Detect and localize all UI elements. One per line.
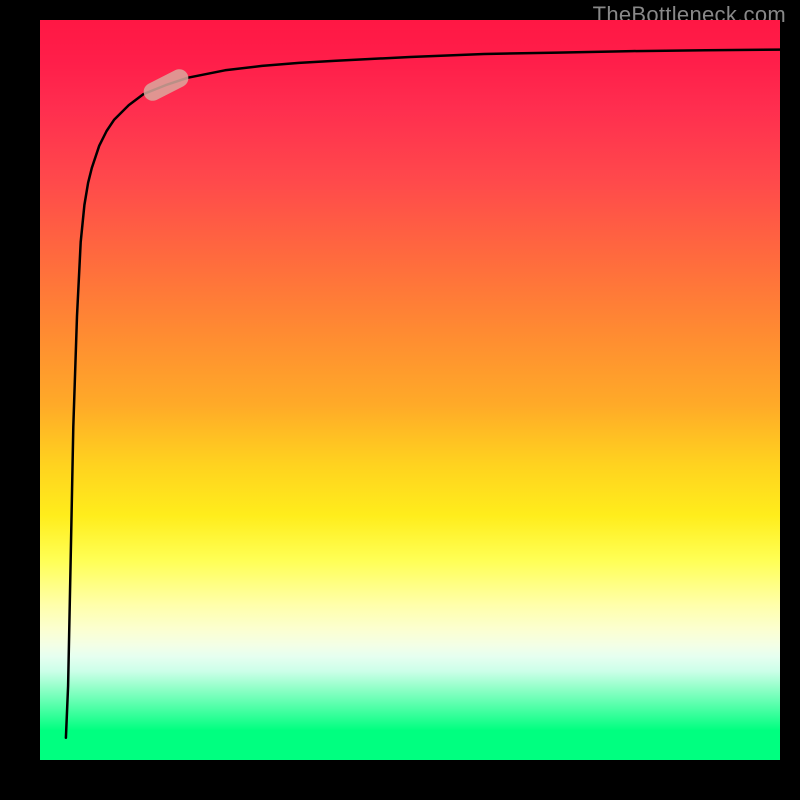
chart-stage: TheBottleneck.com xyxy=(0,0,800,800)
bottleneck-curve xyxy=(66,50,780,738)
plot-area xyxy=(40,20,780,760)
curve-svg xyxy=(40,20,780,760)
